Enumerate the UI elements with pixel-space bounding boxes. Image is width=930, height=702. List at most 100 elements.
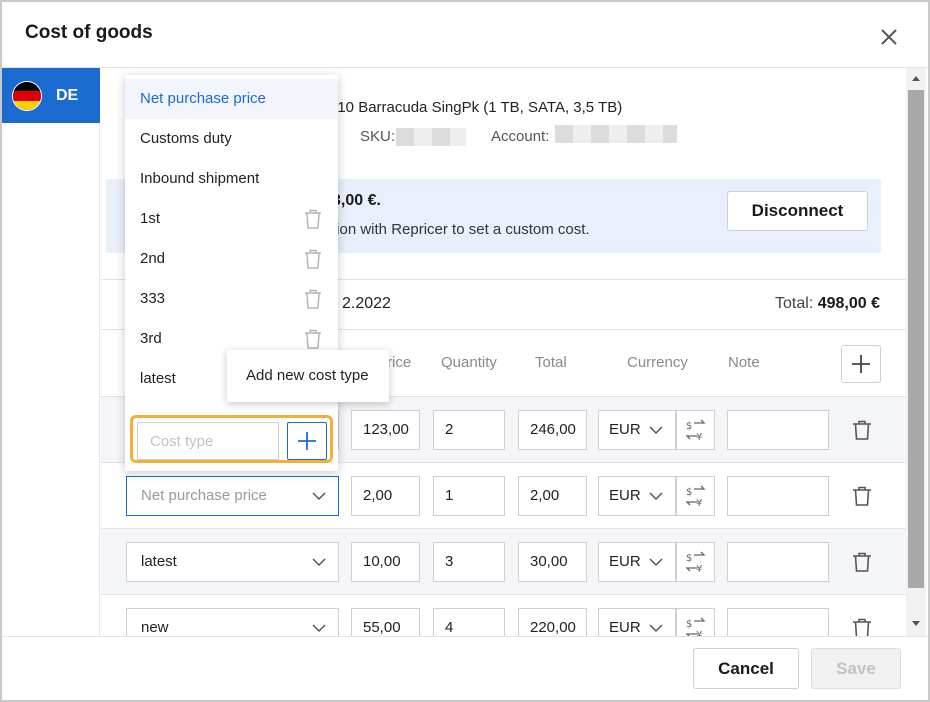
currency-exchange-icon: $ ¥	[685, 485, 706, 509]
cancel-button[interactable]: Cancel	[693, 648, 799, 689]
currency-exchange-icon: $ ¥	[685, 419, 706, 443]
currency-value: EUR	[609, 553, 641, 570]
note-input[interactable]	[727, 542, 829, 582]
delete-row-button[interactable]	[850, 616, 874, 636]
currency-select[interactable]: EUR	[598, 410, 676, 450]
note-input[interactable]	[727, 476, 829, 516]
column-header-price: rice	[387, 354, 412, 371]
svg-text:¥: ¥	[696, 498, 702, 509]
sku-label: SKU:	[360, 128, 396, 145]
dropdown-item-net-purchase-price[interactable]: Net purchase price	[125, 79, 338, 119]
dropdown-item-inbound-shipment[interactable]: Inbound shipment	[125, 159, 338, 199]
trash-icon[interactable]	[304, 209, 322, 229]
add-cost-type-tooltip: Add new cost type	[227, 350, 389, 402]
dialog-title: Cost of goods	[25, 22, 153, 43]
dropdown-item-customs-duty[interactable]: Customs duty	[125, 119, 338, 159]
currency-convert-button[interactable]: $ ¥	[676, 410, 715, 450]
cost-row: Net purchase price 2,00 1 2,00 EUR $ ¥	[101, 462, 906, 528]
total-input[interactable]: 30,00	[518, 542, 587, 582]
add-cost-type-button[interactable]	[287, 422, 327, 460]
add-cost-type-group	[130, 415, 333, 463]
svg-text:$: $	[686, 553, 692, 564]
quantity-input[interactable]: 1	[433, 476, 505, 516]
save-button[interactable]: Save	[811, 648, 901, 689]
currency-select[interactable]: EUR	[598, 542, 676, 582]
svg-text:¥: ¥	[696, 432, 702, 443]
cost-date: 2.2022	[342, 295, 391, 312]
vertical-scrollbar[interactable]	[906, 68, 926, 636]
scrollbar-thumb[interactable]	[908, 90, 924, 588]
total-summary: Total: 498,00 €	[775, 295, 880, 313]
germany-flag-icon	[12, 81, 42, 111]
quantity-input[interactable]: 2	[433, 410, 505, 450]
currency-value: EUR	[609, 487, 641, 504]
chevron-down-icon	[312, 624, 326, 633]
trash-icon	[853, 420, 871, 440]
trash-icon[interactable]	[304, 249, 322, 269]
quantity-input[interactable]: 3	[433, 542, 505, 582]
chevron-down-icon	[649, 624, 663, 633]
dropdown-item-2nd[interactable]: 2nd	[125, 239, 338, 279]
price-input[interactable]: 10,00	[351, 542, 420, 582]
price-input[interactable]: 2,00	[351, 476, 420, 516]
currency-convert-button[interactable]: $ ¥	[676, 542, 715, 582]
dropdown-item-1st[interactable]: 1st	[125, 199, 338, 239]
product-name: 010 Barracuda SingPk (1 TB, SATA, 3,5 TB…	[329, 99, 623, 116]
trash-icon[interactable]	[304, 329, 322, 349]
chevron-down-icon	[312, 558, 326, 567]
total-label: Total:	[775, 295, 814, 312]
close-button[interactable]	[876, 24, 902, 50]
cost-type-value: latest	[141, 553, 177, 570]
marketplace-tab-de[interactable]: DE	[2, 68, 100, 123]
dialog-footer: Cancel Save	[2, 636, 928, 700]
account-label: Account:	[491, 128, 550, 145]
note-input[interactable]	[727, 410, 829, 450]
currency-select[interactable]: EUR	[598, 608, 676, 636]
column-header-note: Note	[728, 354, 760, 371]
add-cost-row-button[interactable]	[841, 345, 881, 383]
total-input[interactable]: 2,00	[518, 476, 587, 516]
price-input[interactable]: 55,00	[351, 608, 420, 636]
cost-type-value: new	[141, 619, 169, 636]
total-value: 498,00 €	[817, 295, 880, 312]
delete-row-button[interactable]	[850, 484, 874, 508]
scroll-down-arrow-icon	[912, 621, 920, 626]
quantity-input[interactable]: 4	[433, 608, 505, 636]
currency-exchange-icon: $ ¥	[685, 617, 706, 636]
cost-of-goods-dialog: Cost of goods DE 010 Barracuda SingPk (1…	[0, 0, 930, 702]
note-input[interactable]	[727, 608, 829, 636]
column-header-quantity: Quantity	[441, 354, 497, 371]
account-value-redacted	[555, 125, 677, 143]
cost-type-select[interactable]: new	[126, 608, 339, 636]
cost-type-value: Net purchase price	[141, 487, 267, 504]
svg-text:$: $	[686, 619, 692, 630]
cost-type-select[interactable]: Net purchase price	[126, 476, 339, 516]
chevron-down-icon	[649, 492, 663, 501]
dropdown-item-label: 1st	[140, 210, 161, 227]
marketplace-label: DE	[56, 87, 79, 104]
total-input[interactable]: 220,00	[518, 608, 587, 636]
delete-row-button[interactable]	[850, 418, 874, 442]
cost-type-select[interactable]: latest	[126, 542, 339, 582]
currency-value: EUR	[609, 619, 641, 636]
currency-convert-button[interactable]: $ ¥	[676, 608, 715, 636]
trash-icon	[853, 618, 871, 636]
currency-select[interactable]: EUR	[598, 476, 676, 516]
delete-row-button[interactable]	[850, 550, 874, 574]
price-input[interactable]: 123,00	[351, 410, 420, 450]
plus-icon	[852, 355, 870, 373]
dropdown-item-label: 3rd	[140, 330, 162, 347]
dropdown-item-333[interactable]: 333	[125, 279, 338, 319]
repricer-price: 3,00 €.	[332, 192, 381, 209]
dropdown-item-label: 333	[140, 290, 166, 307]
disconnect-button[interactable]: Disconnect	[727, 191, 868, 231]
svg-text:$: $	[686, 421, 692, 432]
trash-icon[interactable]	[304, 289, 322, 309]
repricer-info-text: tion with Repricer to set a custom cost.	[332, 221, 590, 238]
svg-text:$: $	[686, 487, 692, 498]
chevron-down-icon	[649, 558, 663, 567]
cost-type-input[interactable]	[137, 422, 279, 460]
currency-convert-button[interactable]: $ ¥	[676, 476, 715, 516]
total-input[interactable]: 246,00	[518, 410, 587, 450]
close-icon	[881, 29, 897, 45]
